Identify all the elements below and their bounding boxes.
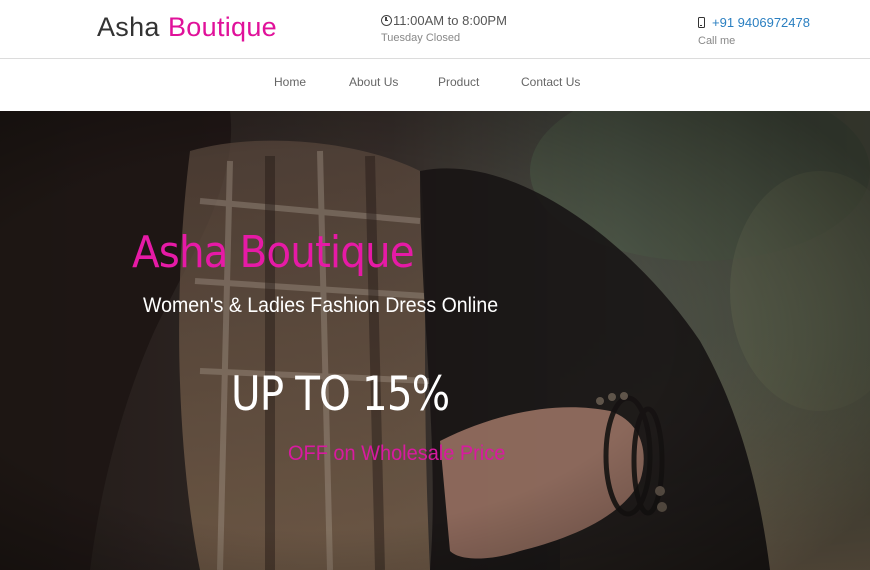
hero-subtitle: Women's & Ladies Fashion Dress Online [143,294,499,317]
main-nav: Home About Us Product Contact Us [0,59,870,111]
site-logo[interactable]: Asha Boutique [97,12,277,43]
top-bar: Asha Boutique 11:00AM to 8:00PM Tuesday … [0,0,870,59]
nav-item-about-us[interactable]: About Us [349,75,398,89]
hero-title: Asha Boutique [132,227,415,278]
hours-text: 11:00AM to 8:00PM [393,13,507,28]
nav-item-home[interactable]: Home [274,75,306,89]
nav-item-product[interactable]: Product [438,75,479,89]
clock-icon [381,15,392,26]
hero-offer-heading: UP TO 15% [231,367,450,422]
mobile-phone-icon [698,17,705,28]
phone-note: Call me [698,35,736,47]
opening-hours: 11:00AM to 8:00PM Tuesday Closed [381,13,507,44]
phone-link[interactable]: +91 9406972478 [712,15,810,30]
contact-phone: +91 9406972478 Call me [698,15,810,47]
hero-banner: Asha Boutique Women's & Ladies Fashion D… [0,111,870,570]
hours-note: Tuesday Closed [381,32,461,44]
nav-item-contact-us[interactable]: Contact Us [521,75,580,89]
hero-offer-note: OFF on Wholesale Price [288,442,506,465]
logo-word-asha: Asha [97,12,160,42]
hero-background-image [0,111,870,570]
logo-word-boutique: Boutique [168,12,277,42]
